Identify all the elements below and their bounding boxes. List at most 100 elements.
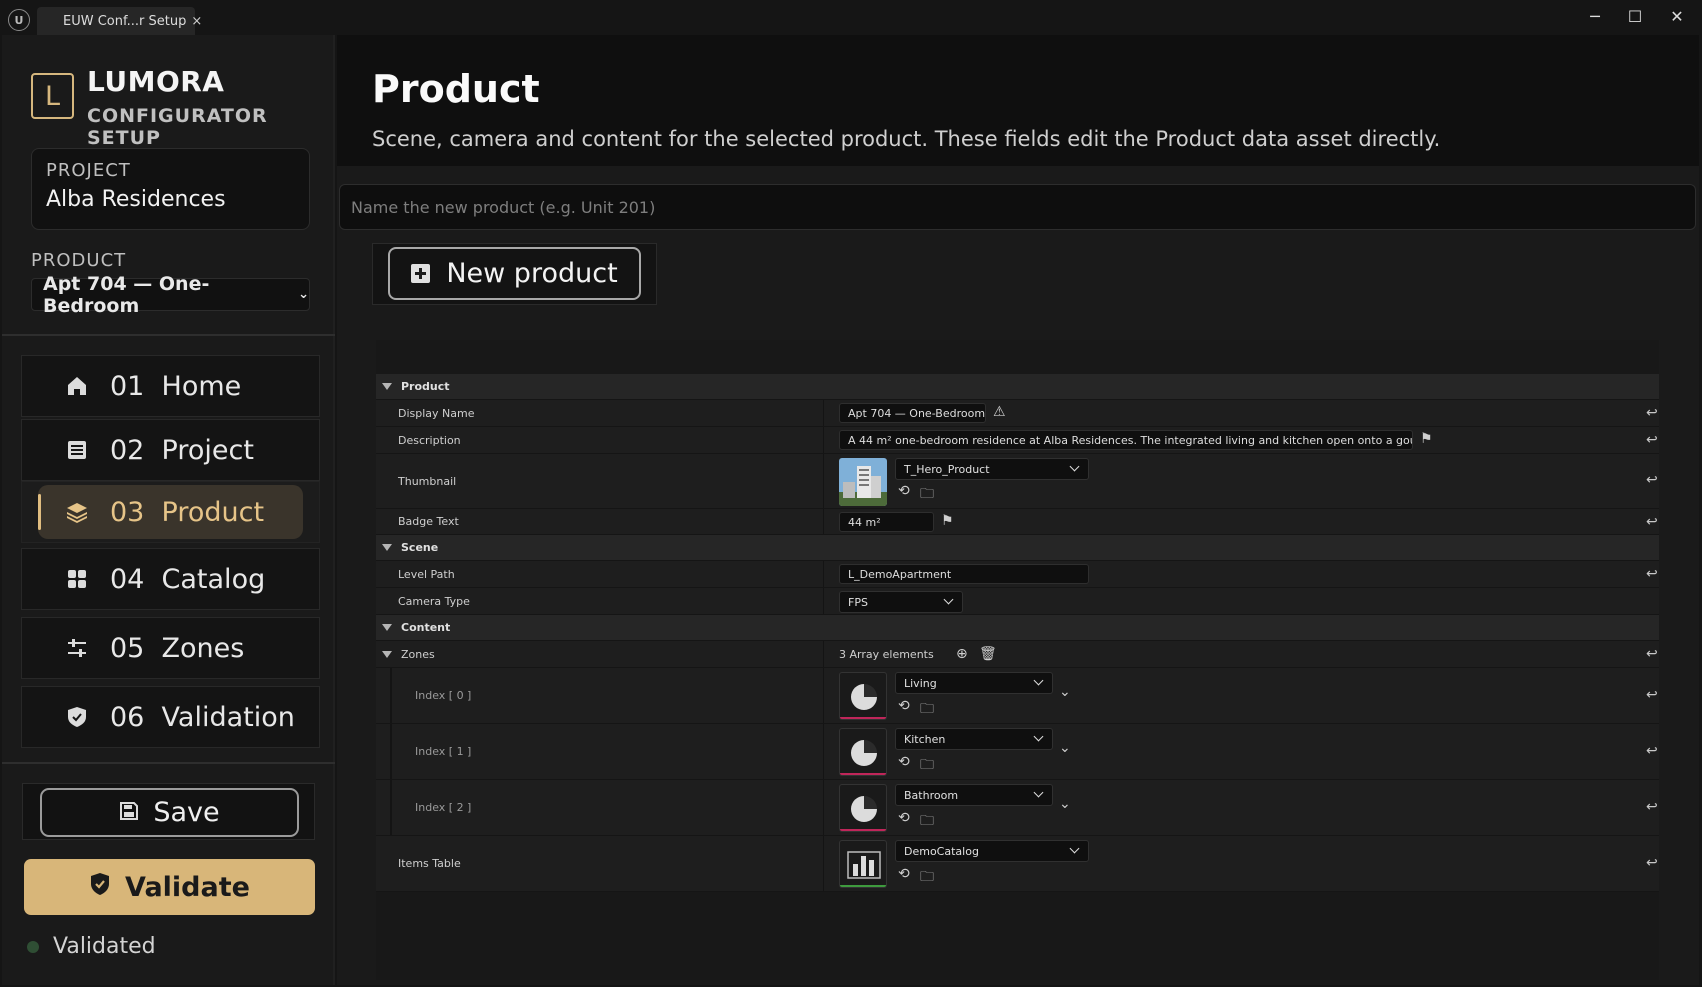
- nav-item-project[interactable]: 02 Project: [21, 419, 320, 481]
- level-path-field[interactable]: L_DemoApartment: [839, 564, 1089, 584]
- reset-to-default-icon[interactable]: ↩: [1646, 646, 1658, 662]
- reset-to-default-icon[interactable]: ↩: [1646, 432, 1658, 448]
- nav-item-home[interactable]: 01 Home: [21, 355, 320, 417]
- validate-button[interactable]: Validate: [24, 859, 315, 915]
- new-product-name-input[interactable]: [339, 184, 1696, 230]
- zone-asset-picker[interactable]: Living: [895, 672, 1053, 694]
- category-content[interactable]: Content: [376, 615, 1659, 641]
- use-selected-asset-icon[interactable]: ⟲: [898, 866, 910, 882]
- property-row-badge-text: Badge Text 44 m² ⚑ ↩: [376, 509, 1659, 535]
- category-label: Content: [401, 621, 451, 634]
- category-scene[interactable]: Scene: [376, 535, 1659, 561]
- property-row-display-name: Display Name Apt 704 — One-Bedroom ⚠ ↩: [376, 400, 1659, 427]
- layers-icon: [64, 499, 90, 525]
- reset-to-default-icon[interactable]: ↩: [1646, 514, 1658, 530]
- zone-asset-picker[interactable]: Bathroom: [895, 784, 1053, 806]
- property-label: Badge Text: [398, 515, 459, 528]
- localize-flag-icon[interactable]: ⚑: [1420, 431, 1433, 447]
- zone-asset-thumbnail[interactable]: [839, 672, 887, 720]
- minimize-button[interactable]: ─: [1580, 5, 1610, 27]
- plus-square-icon: [411, 264, 431, 283]
- reset-to-default-icon[interactable]: ↩: [1646, 566, 1658, 582]
- description-field[interactable]: A 44 m² one-bedroom residence at Alba Re…: [839, 430, 1413, 450]
- tab-title: EUW Conf...r Setup: [63, 13, 187, 29]
- property-label: Level Path: [398, 567, 455, 581]
- use-selected-asset-icon[interactable]: ⟲: [898, 483, 910, 499]
- localize-flag-icon[interactable]: ⚑: [941, 513, 954, 529]
- expand-chevron-icon[interactable]: ⌄: [1059, 740, 1071, 756]
- browse-asset-icon[interactable]: 🗀: [920, 866, 934, 890]
- asset-name: Kitchen: [904, 732, 946, 746]
- project-label: PROJECT: [46, 160, 131, 181]
- nav-item-catalog[interactable]: 04 Catalog: [21, 548, 320, 610]
- use-selected-asset-icon[interactable]: ⟲: [898, 698, 910, 714]
- delete-all-icon[interactable]: 🗑: [979, 646, 997, 662]
- reset-to-default-icon[interactable]: ↩: [1646, 855, 1658, 871]
- add-element-icon[interactable]: ⊕: [956, 646, 968, 662]
- category-product[interactable]: Product: [376, 374, 1659, 400]
- property-row-description: Description A 44 m² one-bedroom residenc…: [376, 427, 1659, 454]
- nav-num: 04: [110, 563, 145, 595]
- reset-to-default-icon[interactable]: ↩: [1646, 799, 1658, 815]
- camera-type-dropdown[interactable]: FPS: [839, 591, 963, 613]
- sidebar: L LUMORA CONFIGURATOR SETUP PROJECT Alba…: [2, 35, 335, 985]
- use-selected-asset-icon[interactable]: ⟲: [898, 810, 910, 826]
- nav-num: 01: [110, 370, 145, 402]
- browse-asset-icon[interactable]: 🗀: [920, 483, 934, 507]
- editor-tab[interactable]: EUW Conf...r Setup ×: [37, 7, 202, 35]
- nav-item-product[interactable]: 03 Product: [21, 481, 320, 543]
- reset-to-default-icon[interactable]: ↩: [1646, 687, 1658, 703]
- new-product-button[interactable]: New product: [388, 247, 641, 300]
- details-panel: Product Display Name Apt 704 — One-Bedro…: [376, 340, 1659, 980]
- collapse-triangle-icon[interactable]: [382, 544, 392, 551]
- category-label: Product: [401, 380, 450, 393]
- property-row-zones: Zones 3 Array elements ⊕ 🗑 ↩: [376, 641, 1659, 668]
- product-dropdown[interactable]: Apt 704 — One-Bedroom ⌄: [31, 273, 310, 317]
- pie-chart-icon: [851, 740, 877, 766]
- use-selected-asset-icon[interactable]: ⟲: [898, 754, 910, 770]
- expand-triangle-icon[interactable]: [382, 650, 392, 658]
- page-header: Product Scene, camera and content for th…: [337, 35, 1699, 166]
- browse-asset-icon[interactable]: 🗀: [920, 698, 934, 722]
- collapse-triangle-icon[interactable]: [382, 383, 392, 390]
- zone-element-row: Index [ 0 ] Living ⟲ 🗀 ⌄ ↩: [376, 668, 1659, 724]
- reset-to-default-icon[interactable]: ↩: [1646, 472, 1658, 488]
- reset-to-default-icon[interactable]: ↩: [1646, 743, 1658, 759]
- chevron-down-icon: [1069, 843, 1080, 854]
- table-asset-thumbnail[interactable]: [839, 840, 887, 888]
- thumbnail-preview[interactable]: [839, 458, 887, 506]
- reset-to-default-icon[interactable]: ↩: [1646, 405, 1658, 421]
- project-name: Alba Residences: [46, 187, 226, 212]
- property-row-camera-type: Camera Type FPS: [376, 588, 1659, 615]
- maximize-button[interactable]: ☐: [1620, 5, 1650, 27]
- shield-check-icon: [89, 872, 111, 903]
- brand-logo: L: [31, 73, 74, 119]
- tab-close-icon[interactable]: ×: [191, 14, 202, 29]
- browse-asset-icon[interactable]: 🗀: [920, 754, 934, 778]
- nav-label: Catalog: [161, 563, 266, 595]
- property-label: Description: [398, 433, 461, 447]
- brand-subtitle: CONFIGURATOR SETUP: [87, 105, 268, 149]
- badge-text-field[interactable]: 44 m²: [839, 512, 934, 532]
- thumbnail-asset-picker[interactable]: T_Hero_Product: [895, 458, 1089, 480]
- camera-type-value: FPS: [848, 595, 868, 609]
- zone-asset-thumbnail[interactable]: [839, 784, 887, 832]
- close-window-button[interactable]: ✕: [1662, 5, 1692, 27]
- expand-chevron-icon[interactable]: ⌄: [1059, 684, 1071, 700]
- warning-icon: ⚠: [993, 404, 1006, 420]
- save-button[interactable]: Save: [40, 788, 299, 837]
- active-indicator: [38, 494, 41, 530]
- browse-asset-icon[interactable]: 🗀: [920, 810, 934, 834]
- nav-item-zones[interactable]: 05 Zones: [21, 617, 320, 679]
- display-name-field[interactable]: Apt 704 — One-Bedroom: [839, 403, 986, 423]
- chevron-down-icon: [943, 594, 954, 605]
- expand-chevron-icon[interactable]: ⌄: [1059, 796, 1071, 812]
- divider: [2, 762, 335, 764]
- new-product-label: New product: [446, 258, 618, 289]
- collapse-triangle-icon[interactable]: [382, 624, 392, 631]
- zone-asset-thumbnail[interactable]: [839, 728, 887, 776]
- items-table-asset-picker[interactable]: DemoCatalog: [895, 840, 1089, 862]
- nav-item-validation[interactable]: 06 Validation: [21, 686, 320, 748]
- category-label: Scene: [401, 541, 439, 554]
- zone-asset-picker[interactable]: Kitchen: [895, 728, 1053, 750]
